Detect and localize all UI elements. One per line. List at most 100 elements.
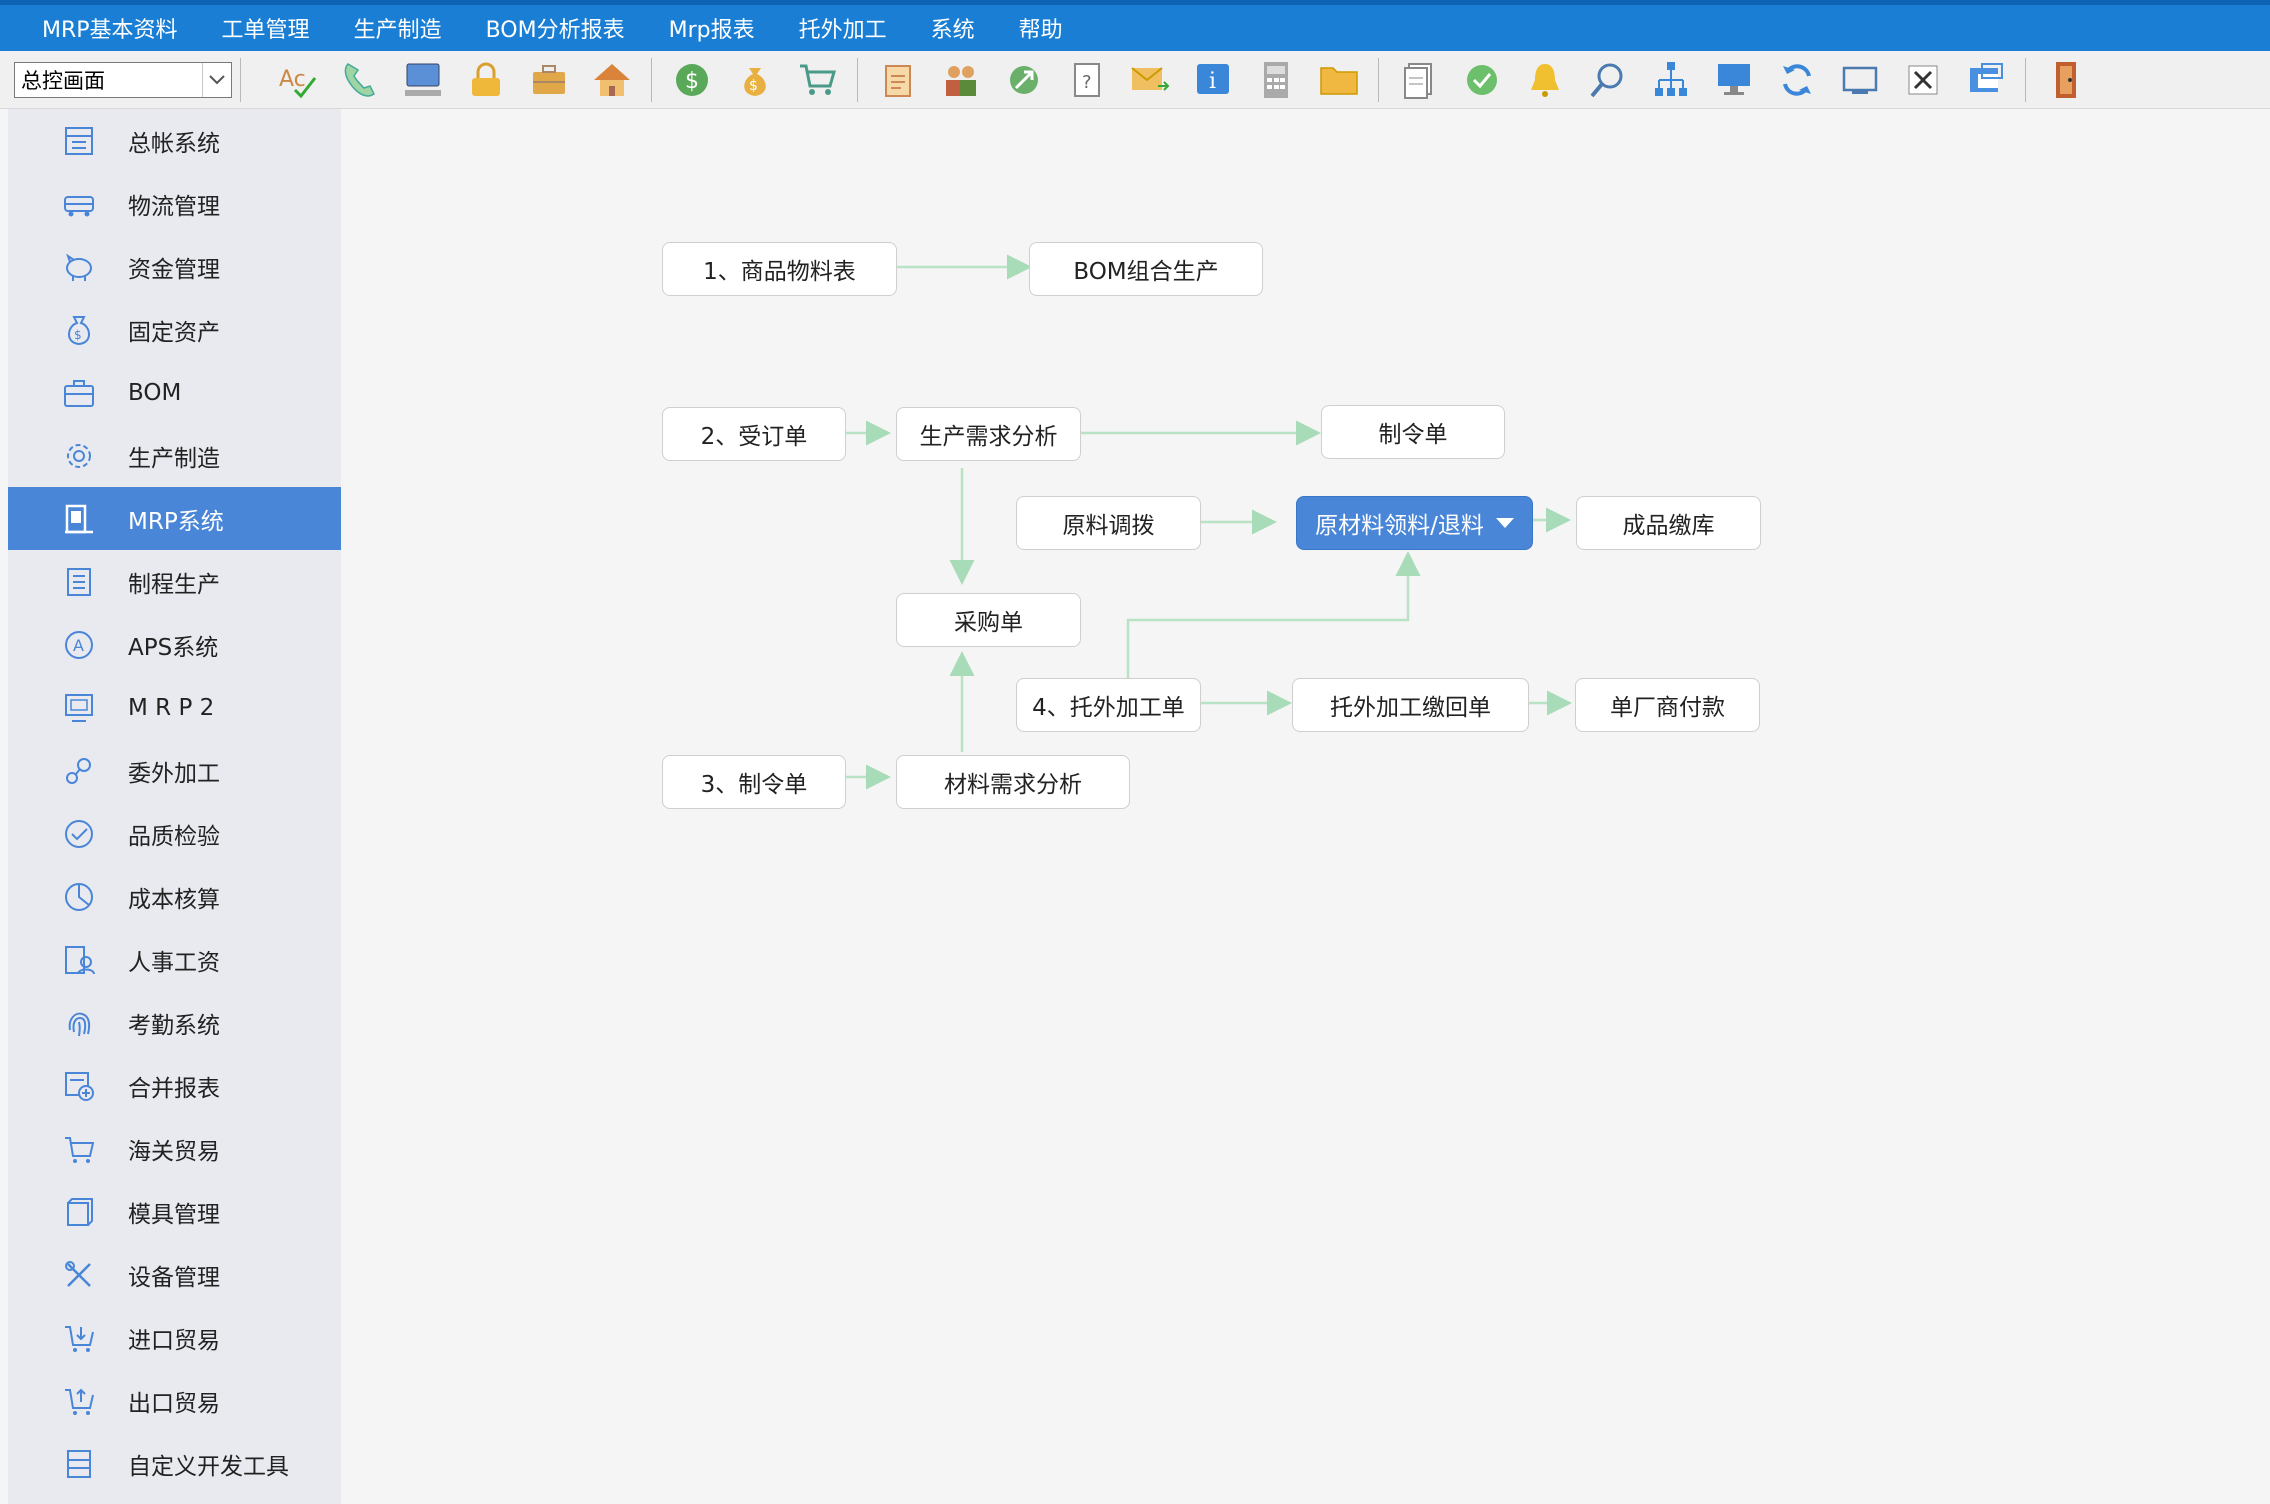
svg-text:$: $: [74, 328, 82, 342]
sidebar-item[interactable]: 海关贸易: [8, 1117, 341, 1180]
menu-bar: MRP基本资料 工单管理 生产制造 BOM分析报表 Mrp报表 托外加工 系统 …: [0, 0, 2270, 51]
monitor-icon[interactable]: [1702, 53, 1765, 107]
flow-node-outsource-order[interactable]: 4、托外加工单: [1016, 678, 1201, 732]
cart-icon: [60, 1130, 98, 1168]
sidebar-item[interactable]: 进口贸易: [8, 1306, 341, 1369]
sidebar-item[interactable]: 设备管理: [8, 1243, 341, 1306]
menu-help[interactable]: 帮助: [1019, 12, 1063, 44]
org-chart-icon[interactable]: [1639, 53, 1702, 107]
menu-work-order[interactable]: 工单管理: [222, 12, 310, 44]
flow-node-material-issue-return[interactable]: 原材料领料/退料: [1296, 496, 1533, 550]
dollar-icon[interactable]: $: [660, 53, 723, 107]
flow-node-work-order-3[interactable]: 3、制令单: [662, 755, 846, 809]
calculator-icon[interactable]: [1244, 53, 1307, 107]
sidebar-item-label: 模具管理: [128, 1201, 220, 1228]
flow-node-work-order[interactable]: 制令单: [1321, 405, 1505, 459]
sidebar-item[interactable]: A APS系统: [8, 613, 341, 676]
arrow-n10-n7: [1126, 551, 1421, 678]
sidebar-item[interactable]: 总帐系统: [8, 109, 341, 172]
phone-icon[interactable]: [328, 53, 391, 107]
flow-node-outsource-return[interactable]: 托外加工缴回单: [1292, 678, 1529, 732]
flow-node-finished-goods-storage[interactable]: 成品缴库: [1576, 496, 1761, 550]
toolbar-separator: [857, 57, 858, 102]
truck-icon: [60, 185, 98, 223]
link-icon[interactable]: [992, 53, 1055, 107]
flow-node-sales-order[interactable]: 2、受订单: [662, 407, 846, 461]
sidebar-item[interactable]: BOM: [8, 361, 341, 424]
cart-icon[interactable]: [786, 53, 849, 107]
sidebar-item[interactable]: 品质检验: [8, 802, 341, 865]
sidebar-item-label: 设备管理: [128, 1264, 220, 1291]
help-doc-icon[interactable]: ?: [1055, 53, 1118, 107]
menu-system[interactable]: 系统: [931, 12, 975, 44]
sidebar-item[interactable]: 制程生产: [8, 550, 341, 613]
sidebar-item-label: 资金管理: [128, 256, 220, 283]
restore-icon[interactable]: [1954, 53, 2017, 107]
sidebar-item[interactable]: 物流管理: [8, 172, 341, 235]
money-bag-icon[interactable]: $: [723, 53, 786, 107]
svg-text:?: ?: [1082, 72, 1092, 93]
sidebar-item[interactable]: 资金管理: [8, 235, 341, 298]
sidebar-item[interactable]: MRP系统: [8, 487, 341, 550]
sidebar: 总帐系统物流管理资金管理 $ 固定资产 BOM 生产制造 MRP系统 制程生产 A APS系统 M…: [8, 109, 341, 1504]
monitor-icon: [60, 689, 98, 727]
sidebar-item[interactable]: 模具管理: [8, 1180, 341, 1243]
svg-text:A: A: [73, 636, 84, 655]
document-icon[interactable]: [1387, 53, 1450, 107]
sidebar-item[interactable]: 自定义开发工具: [8, 1432, 341, 1495]
flow-node-bom-assembly[interactable]: BOM组合生产: [1029, 242, 1263, 296]
flow-node-purchase-order[interactable]: 采购单: [896, 593, 1081, 647]
gear-icon: [60, 437, 98, 475]
flow-node-material-transfer[interactable]: 原料调拨: [1016, 496, 1201, 550]
toolbar: 总控画面 Ac $ $ ? i: [0, 51, 2270, 109]
spellcheck-icon[interactable]: Ac: [265, 53, 328, 107]
sidebar-item[interactable]: 生产制造: [8, 424, 341, 487]
home-icon[interactable]: [580, 53, 643, 107]
bell-icon[interactable]: [1513, 53, 1576, 107]
menu-bom-report[interactable]: BOM分析报表: [486, 12, 625, 44]
flow-node-material-demand[interactable]: 材料需求分析: [896, 755, 1130, 809]
toolbar-separator: [2025, 57, 2026, 102]
briefcase-icon[interactable]: [517, 53, 580, 107]
close-icon[interactable]: [1891, 53, 1954, 107]
sidebar-item[interactable]: 人事工资: [8, 928, 341, 991]
search-icon[interactable]: [1576, 53, 1639, 107]
exit-door-icon[interactable]: [2034, 53, 2097, 107]
sidebar-item-label: 海关贸易: [128, 1138, 220, 1165]
chevron-down-icon[interactable]: [202, 62, 231, 97]
sidebar-item-label: 物流管理: [128, 193, 220, 220]
view-select[interactable]: 总控画面: [14, 61, 232, 98]
menu-production[interactable]: 生产制造: [354, 12, 442, 44]
flow-node-vendor-payment[interactable]: 单厂商付款: [1575, 678, 1760, 732]
sidebar-item[interactable]: M R P 2: [8, 676, 341, 739]
report-plus-icon: [60, 1067, 98, 1105]
clipboard-icon[interactable]: [866, 53, 929, 107]
computer-icon[interactable]: [391, 53, 454, 107]
mail-icon[interactable]: [1118, 53, 1181, 107]
users-icon[interactable]: [929, 53, 992, 107]
check-circle-icon: [60, 815, 98, 853]
sidebar-item[interactable]: 考勤系统: [8, 991, 341, 1054]
menu-mrp-basic[interactable]: MRP基本资料: [42, 12, 178, 44]
sidebar-item-label: 总帐系统: [128, 130, 220, 157]
sidebar-item[interactable]: $ 固定资产: [8, 298, 341, 361]
sidebar-item[interactable]: 成本核算: [8, 865, 341, 928]
sidebar-item[interactable]: 出口贸易: [8, 1369, 341, 1432]
sidebar-item[interactable]: 合并报表: [8, 1054, 341, 1117]
window-icon[interactable]: [1828, 53, 1891, 107]
menu-outsourcing[interactable]: 托外加工: [799, 12, 887, 44]
check-icon[interactable]: [1450, 53, 1513, 107]
mold-icon: [60, 1193, 98, 1231]
menu-mrp-report[interactable]: Mrp报表: [669, 12, 755, 44]
ledger-icon: [60, 122, 98, 160]
sidebar-item-label: APS系统: [128, 634, 219, 661]
sidebar-item[interactable]: 委外加工: [8, 739, 341, 802]
info-icon[interactable]: i: [1181, 53, 1244, 107]
sidebar-item-label: 考勤系统: [128, 1012, 220, 1039]
lock-icon[interactable]: [454, 53, 517, 107]
flow-node-product-bom[interactable]: 1、商品物料表: [662, 242, 897, 296]
refresh-icon[interactable]: [1765, 53, 1828, 107]
sidebar-item-label: 人事工资: [128, 949, 220, 976]
flow-node-production-demand[interactable]: 生产需求分析: [896, 407, 1081, 461]
folder-icon[interactable]: [1307, 53, 1370, 107]
